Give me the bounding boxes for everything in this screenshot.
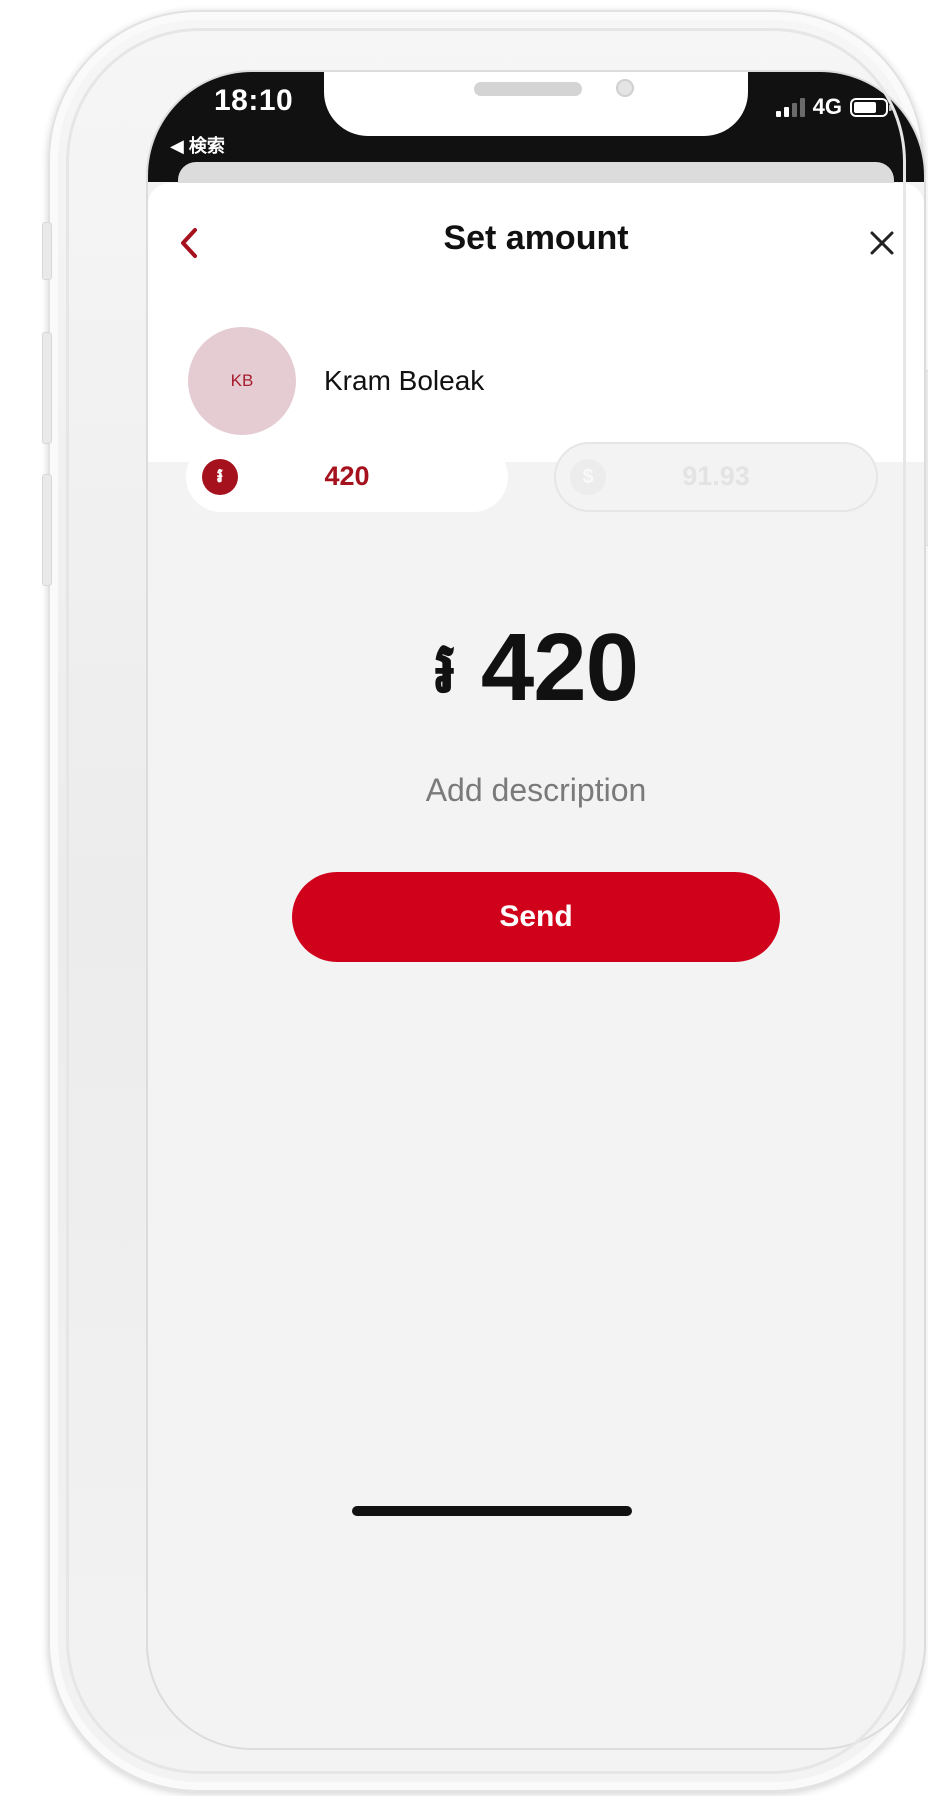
send-button[interactable]: Send [292, 872, 780, 962]
speaker-grille [474, 82, 582, 96]
recipient-name: Kram Boleak [324, 365, 485, 396]
usd-currency-toggle[interactable]: $ 91.93 [554, 442, 878, 512]
description-input[interactable]: Add description [148, 772, 924, 809]
status-time: 18:10 [214, 84, 294, 117]
home-indicator [352, 1506, 632, 1516]
amount-display[interactable]: ៛ 420 [148, 620, 924, 716]
header-card: Set amount KB Kram Boleak [148, 183, 924, 462]
close-button[interactable] [860, 221, 904, 265]
volume-down-button [42, 474, 52, 586]
silent-switch [42, 222, 52, 280]
status-indicators: 4G [775, 94, 892, 120]
riel-symbol: ៛ [433, 628, 457, 708]
notch [324, 72, 748, 136]
riel-amount: 420 [324, 461, 370, 491]
app-screen: 18:10 ◀ 検索 4G Set amount KB Kram Boleak … [148, 72, 924, 1748]
usd-amount: 91.93 [682, 461, 750, 491]
amount-value: 420 [480, 614, 639, 721]
close-icon [870, 231, 894, 255]
front-camera [616, 79, 634, 97]
avatar: KB [188, 327, 296, 435]
volume-up-button [42, 332, 52, 444]
network-type: 4G [812, 94, 842, 119]
page-title: Set amount [443, 219, 629, 257]
battery-icon [850, 97, 892, 117]
signal-icon [775, 97, 805, 117]
riel-currency-toggle[interactable]: ៛ 420 [186, 442, 508, 512]
back-to-search-link[interactable]: ◀ 検索 [170, 132, 225, 158]
phone-frame: 18:10 ◀ 検索 4G Set amount KB Kram Boleak … [42, 10, 928, 1792]
